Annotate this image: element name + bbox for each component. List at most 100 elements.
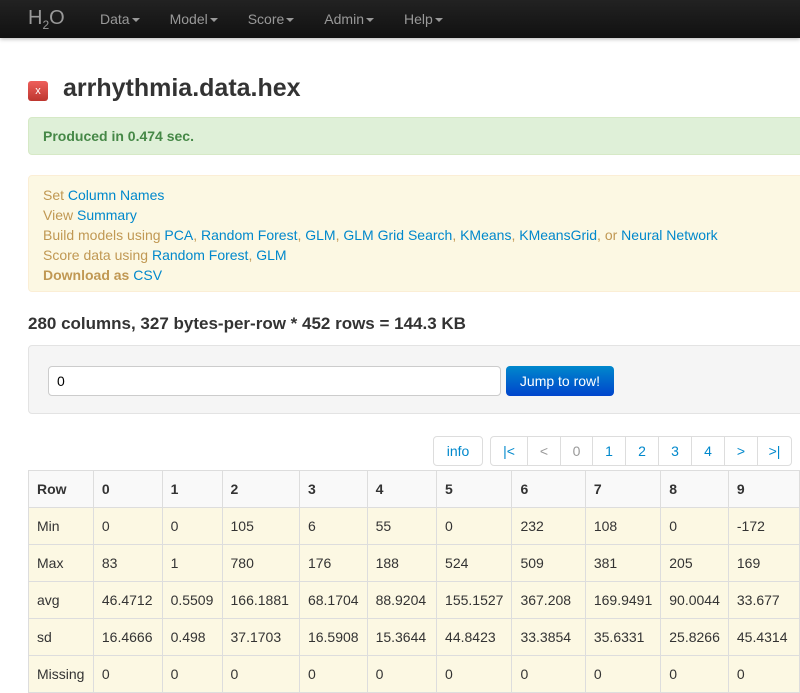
table-cell: -172	[727, 507, 800, 545]
table-cell: 33.3854	[511, 618, 586, 656]
column-header: 8	[660, 470, 729, 508]
kmeans-link[interactable]: KMeans	[460, 227, 511, 243]
pca-link[interactable]: PCA	[164, 227, 193, 243]
actions-box: Set Column Names View Summary Build mode…	[28, 175, 800, 292]
glm-grid-link[interactable]: GLM Grid Search	[343, 227, 452, 243]
table-cell: 37.1703	[221, 618, 300, 656]
table-cell: 367.208	[511, 581, 586, 619]
random-forest-link[interactable]: Random Forest	[201, 227, 297, 243]
score-glm-link[interactable]: GLM	[256, 247, 286, 263]
page-1[interactable]: 1	[592, 437, 625, 465]
row-label: sd	[28, 618, 94, 656]
page-3[interactable]: 3	[658, 437, 691, 465]
table-cell: 44.8423	[436, 618, 513, 656]
caret-down-icon	[365, 18, 374, 23]
info-label[interactable]: info	[434, 437, 482, 465]
size-summary: 280 columns, 327 bytes-per-row * 452 row…	[28, 314, 466, 333]
table-cell: 35.6331	[584, 618, 662, 656]
table-cell: 33.677	[727, 581, 800, 619]
table-row: avg 46.4712 0.5509 166.1881 68.1704 88.9204 15…	[28, 581, 800, 619]
table-cell: 68.1704	[298, 581, 368, 619]
table-cell: 16.4666	[92, 618, 163, 656]
column-header: 9	[727, 470, 800, 508]
page-4[interactable]: 4	[691, 437, 724, 465]
table-header: Row 0 1 2 3 4 5 6 7 8 9	[28, 470, 800, 508]
column-header: Row	[28, 470, 94, 508]
score-rf-link[interactable]: Random Forest	[152, 247, 248, 263]
page-header: x arrhythmia.data.hex	[28, 74, 301, 103]
label: Build models using	[43, 227, 161, 243]
table-cell: 205	[660, 544, 729, 582]
table-cell: 0	[436, 507, 513, 545]
menu-data[interactable]: Data	[100, 11, 140, 27]
table-cell: 166.1881	[221, 581, 300, 619]
info-button[interactable]: info	[433, 436, 483, 466]
table-row: Min 0 0 105 6 55 0 232 108 0 -172	[28, 507, 800, 545]
caret-down-icon	[286, 18, 295, 23]
menu-help[interactable]: Help	[404, 11, 443, 27]
table-cell: 108	[584, 507, 662, 545]
table-cell: 169.9491	[584, 581, 662, 619]
menu-admin[interactable]: Admin	[324, 11, 374, 27]
jump-button[interactable]: Jump to row!	[506, 366, 614, 396]
row-label: Max	[28, 544, 94, 582]
table-cell: 83	[92, 544, 163, 582]
page-title: arrhythmia.data.hex	[63, 74, 301, 102]
brand-logo[interactable]: H2O	[28, 7, 100, 32]
row-input[interactable]	[48, 366, 501, 396]
page-2[interactable]: 2	[625, 437, 658, 465]
table-cell: 155.1527	[436, 581, 513, 619]
table-row: Missing 0 0 0 0 0 0 0 0 0 0	[28, 655, 800, 693]
table-cell: 55	[366, 507, 438, 545]
column-header: 0	[92, 470, 163, 508]
first-page[interactable]: |<	[491, 437, 527, 465]
table-cell: 0	[161, 507, 223, 545]
table-cell: 90.0044	[660, 581, 729, 619]
page-0[interactable]: 0	[560, 437, 592, 465]
label: Download as	[43, 267, 130, 283]
table-cell: 0	[221, 655, 300, 693]
column-header: 7	[584, 470, 662, 508]
menu-model[interactable]: Model	[170, 11, 218, 27]
table-cell: 16.5908	[298, 618, 368, 656]
next-page[interactable]: >	[724, 437, 757, 465]
table-cell: 6	[298, 507, 368, 545]
table-cell: 232	[511, 507, 586, 545]
table-cell: 88.9204	[366, 581, 438, 619]
table-cell: 0	[584, 655, 662, 693]
table-row: Max 83 1 780 176 188 524 509 381 205 169	[28, 544, 800, 582]
table-cell: 0	[436, 655, 513, 693]
table-cell: 780	[221, 544, 300, 582]
table-cell: 0	[92, 507, 163, 545]
summary-link[interactable]: Summary	[77, 207, 137, 223]
row-label: Min	[28, 507, 94, 545]
table-cell: 188	[366, 544, 438, 582]
column-names-link[interactable]: Column Names	[68, 187, 164, 203]
column-header: 1	[161, 470, 223, 508]
table-cell: 0.498	[161, 618, 223, 656]
success-alert: Produced in 0.474 sec.	[28, 117, 800, 155]
kmeansgrid-link[interactable]: KMeansGrid	[519, 227, 597, 243]
row-label: avg	[28, 581, 94, 619]
menu-score[interactable]: Score	[248, 11, 295, 27]
table-cell: 15.3644	[366, 618, 438, 656]
jump-form: Jump to row!	[28, 345, 800, 414]
caret-down-icon	[131, 18, 140, 23]
last-page[interactable]: >|	[757, 437, 791, 465]
column-header: 2	[221, 470, 300, 508]
table-cell: 0	[660, 655, 729, 693]
neural-network-link[interactable]: Neural Network	[621, 227, 717, 243]
label: Set	[43, 187, 65, 203]
table-cell: 46.4712	[92, 581, 163, 619]
navbar: H2O Data Model Score Admin Help	[0, 0, 800, 38]
delete-button[interactable]: x	[28, 80, 48, 101]
table-cell: 0	[161, 655, 223, 693]
prev-page[interactable]: <	[527, 437, 560, 465]
table-cell: 0	[511, 655, 586, 693]
csv-link[interactable]: CSV	[133, 267, 162, 283]
table-cell: 176	[298, 544, 368, 582]
table-row: sd 16.4666 0.498 37.1703 16.5908 15.3644 44.84…	[28, 618, 800, 656]
glm-link[interactable]: GLM	[305, 227, 335, 243]
label: Score data using	[43, 247, 149, 263]
table-cell: 524	[436, 544, 513, 582]
